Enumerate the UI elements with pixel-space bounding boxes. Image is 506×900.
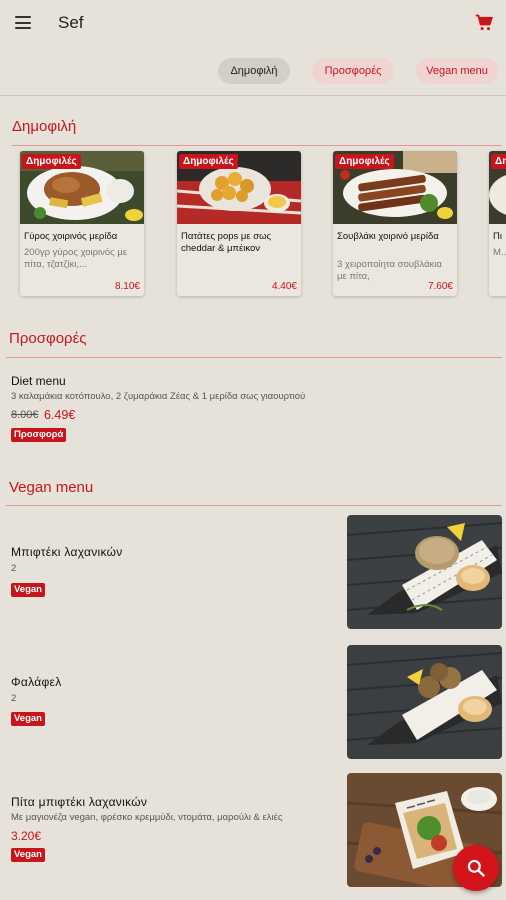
- app-title: Sef: [58, 13, 84, 32]
- popular-badge: Δημοφιλές: [179, 154, 238, 169]
- product-description: Μ... τ...: [493, 247, 506, 258]
- offer-description: 3 καλαμάκια κοτόπουλο, 2 ζυμαράκια Ζέας …: [11, 391, 306, 402]
- product-description: 200γρ γύρος χοιρινός με πίτα, τζατζίκι,.…: [24, 247, 128, 270]
- product-image-falafel: [347, 645, 502, 759]
- product-title: Σουβλάκι χοιρινό μερίδα: [337, 231, 439, 242]
- offer-old-price: 8.00€: [11, 409, 39, 421]
- product-card[interactable]: Δημοφιλές Πατάτες pops με σως cheddar & …: [177, 151, 301, 296]
- product-price: 8.10€: [114, 281, 140, 292]
- product-card[interactable]: Δημοφιλές Πι Μ... τ...: [489, 151, 506, 296]
- menu-icon[interactable]: [15, 16, 31, 29]
- vegan-tag: Vegan: [11, 712, 45, 726]
- chip-vegan[interactable]: Vegan menu: [416, 58, 498, 84]
- popular-badge: Δημοφιλές: [491, 154, 506, 169]
- section-divider: [6, 357, 502, 358]
- section-title-vegan: Vegan menu: [9, 479, 94, 496]
- list-item[interactable]: Πίτα μπιφτέκι λαχανικών Με μαγιονέζα veg…: [0, 773, 506, 889]
- list-item[interactable]: Μπιφτέκι λαχανικών 2 Vegan: [0, 515, 506, 631]
- section-title-popular: Δημοφιλή: [12, 118, 77, 135]
- search-button[interactable]: [453, 845, 499, 891]
- item-description: Με μαγιονέζα vegan, φρέσκο κρεμμύδι, ντο…: [11, 812, 283, 823]
- vegan-tag: Vegan: [11, 848, 45, 862]
- item-description: 2: [11, 693, 17, 704]
- item-name: Πίτα μπιφτέκι λαχανικών: [11, 795, 148, 809]
- divider: [0, 95, 506, 96]
- item-name: Μπιφτέκι λαχανικών: [11, 545, 123, 559]
- item-price: 3.20€: [11, 829, 42, 843]
- product-card[interactable]: Δημοφιλές Γύρος χοιρινός μερίδα 200γρ γύ…: [20, 151, 144, 296]
- chip-popular[interactable]: Δημοφιλή: [218, 58, 290, 84]
- item-description: 2: [11, 563, 17, 574]
- item-name: Φαλάφελ: [11, 675, 62, 689]
- popular-badge: Δημοφιλές: [335, 154, 394, 169]
- search-icon: [467, 859, 485, 877]
- product-title: Πι: [493, 231, 502, 242]
- offer-tag: Προσφορά: [11, 428, 67, 442]
- section-title-offers: Προσφορές: [9, 330, 87, 347]
- cart-icon[interactable]: [475, 14, 493, 32]
- product-description: 3 χειροποίητα σουβλάκια με πίτα,: [337, 259, 442, 282]
- product-image-veggie-burger: [347, 515, 502, 629]
- chip-offers[interactable]: Προσφορές: [312, 58, 394, 84]
- section-divider: [12, 145, 502, 146]
- section-divider: [6, 505, 502, 506]
- app-bar: Sef: [0, 0, 506, 46]
- offer-new-price: 6.49€: [44, 408, 76, 422]
- vegan-tag: Vegan: [11, 583, 45, 597]
- product-price: 4.40€: [271, 281, 297, 292]
- popular-badge: Δημοφιλές: [22, 154, 81, 169]
- list-item[interactable]: Φαλάφελ 2 Vegan: [0, 645, 506, 761]
- product-card[interactable]: Δημοφιλές Σουβλάκι χοιρινό μερίδα 3 χειρ…: [333, 151, 457, 296]
- product-price: 7.60€: [427, 281, 453, 292]
- product-title: Πατάτες pops με σως cheddar & μπέικον: [181, 231, 272, 254]
- category-chips: Δημοφιλή Προσφορές Vegan menu: [0, 58, 506, 84]
- product-title: Γύρος χοιρινός μερίδα: [24, 231, 118, 242]
- offer-name: Diet menu: [11, 374, 66, 388]
